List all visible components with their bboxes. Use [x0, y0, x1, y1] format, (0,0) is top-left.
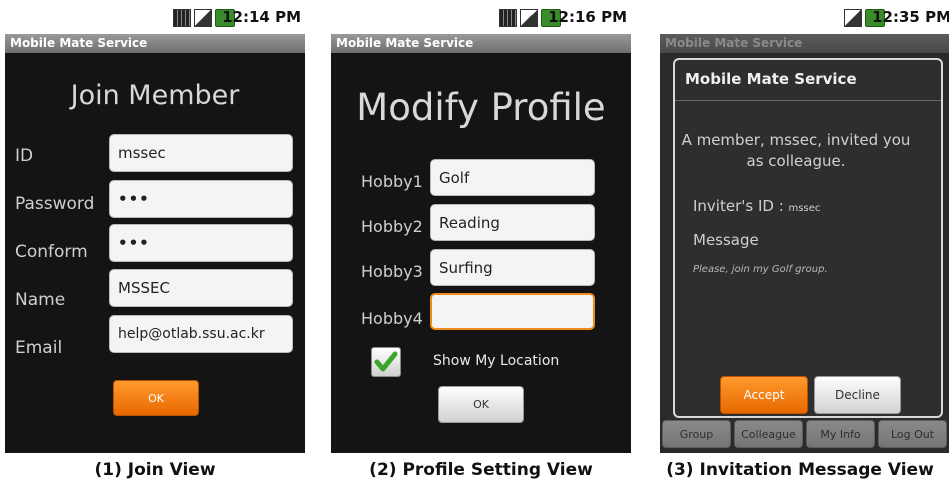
invitation-message: A member, mssec, invited you as colleagu… [681, 131, 911, 170]
field-label-name: Name [15, 290, 66, 310]
tab-my-info[interactable]: My Info [806, 420, 875, 448]
conform-password-input[interactable]: ••• [109, 224, 293, 262]
status-clock: 12:14 PM [222, 8, 301, 26]
invitation-dialog: Mobile Mate Service A member, mssec, inv… [673, 58, 943, 418]
accept-button[interactable]: Accept [720, 376, 808, 414]
message-label: Message [693, 231, 759, 249]
hobby4-input[interactable] [430, 293, 595, 330]
check-icon [374, 351, 398, 372]
join-screen: 12:14 PM Mobile Mate Service Join Member… [5, 0, 305, 453]
signal-icon [844, 9, 862, 27]
tab-group[interactable]: Group [662, 420, 731, 448]
decline-button[interactable]: Decline [814, 376, 901, 414]
ok-button[interactable]: OK [113, 380, 199, 416]
page-title: Modify Profile [356, 86, 606, 129]
field-label-email: Email [15, 338, 63, 358]
status-bar: 12:35 PM [660, 0, 949, 34]
app-title-bar: Mobile Mate Service [331, 34, 631, 53]
invitation-screen: 12:35 PM Mobile Mate Service Group Colle… [660, 0, 949, 453]
caption-profile-setting-view: (2) Profile Setting View [369, 460, 593, 480]
field-label-conform: Conform [15, 242, 88, 262]
page-title: Join Member [70, 80, 240, 111]
signal-icon [520, 9, 538, 27]
field-label-hobby1: Hobby1 [361, 172, 423, 191]
name-input[interactable]: MSSEC [109, 269, 293, 307]
app-title-bar: Mobile Mate Service [5, 34, 305, 53]
show-location-label: Show My Location [433, 353, 560, 369]
field-label-hobby2: Hobby2 [361, 217, 423, 236]
field-label-hobby3: Hobby3 [361, 262, 423, 281]
ok-button[interactable]: OK [438, 386, 524, 423]
tab-colleague[interactable]: Colleague [734, 420, 803, 448]
email-input[interactable]: help@otlab.ssu.ac.kr [109, 315, 293, 353]
dialog-divider [675, 100, 941, 101]
inviter-id-value: mssec [788, 203, 821, 214]
caption-join-view: (1) Join View [94, 460, 216, 480]
status-clock: 12:16 PM [548, 8, 627, 26]
inviter-id-row: Inviter's ID : mssec [693, 197, 820, 215]
password-input[interactable]: ••• [109, 180, 293, 218]
dialog-title: Mobile Mate Service [685, 70, 857, 88]
status-clock: 12:35 PM [872, 8, 949, 26]
app-title-bar: Mobile Mate Service [660, 34, 949, 53]
message-text: Please, join my Golf group. [693, 264, 828, 275]
hobby3-input[interactable]: Surfing [430, 249, 595, 286]
id-input[interactable]: mssec [109, 134, 293, 172]
inviter-id-label: Inviter's ID : [693, 197, 784, 215]
status-bar: 12:14 PM [5, 0, 305, 34]
field-label-hobby4: Hobby4 [361, 309, 423, 328]
field-label-password: Password [15, 194, 95, 214]
field-label-id: ID [15, 146, 34, 166]
hobby2-input[interactable]: Reading [430, 204, 595, 241]
status-bar: 12:16 PM [331, 0, 631, 34]
network-grid-icon [173, 9, 191, 27]
hobby1-input[interactable]: Golf [430, 159, 595, 196]
tab-log-out[interactable]: Log Out [878, 420, 947, 448]
bottom-tab-bar: Group Colleague My Info Log Out [660, 420, 949, 448]
signal-icon [194, 9, 212, 27]
network-grid-icon [499, 9, 517, 27]
profile-screen: 12:16 PM Mobile Mate Service Modify Prof… [331, 0, 631, 453]
caption-invitation-message-view: (3) Invitation Message View [666, 460, 934, 480]
show-location-checkbox[interactable] [371, 347, 401, 377]
